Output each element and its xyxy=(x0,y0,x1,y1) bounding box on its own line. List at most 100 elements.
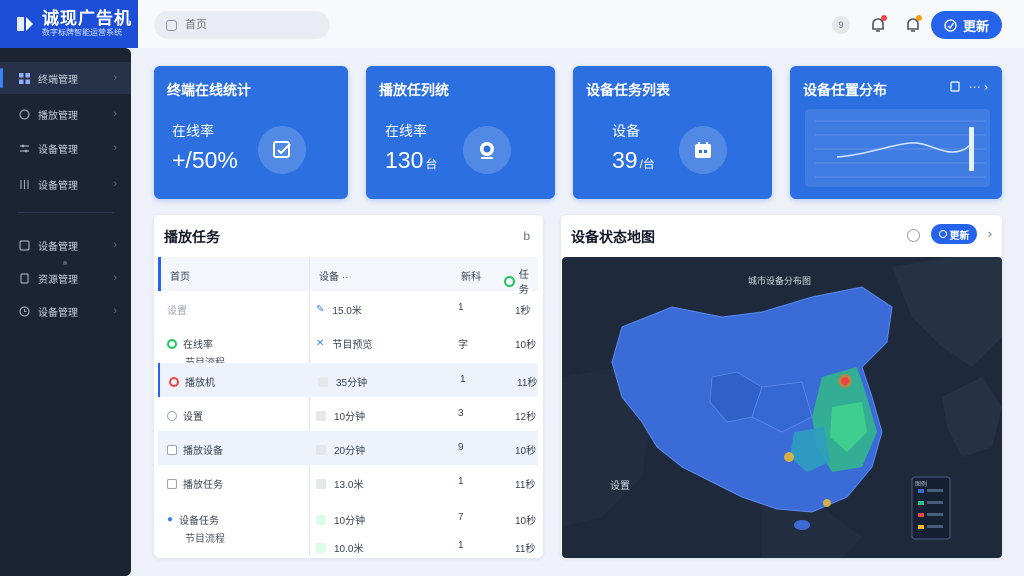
row-duration: 11秒 xyxy=(515,480,536,491)
grid-icon xyxy=(19,72,30,84)
row-select-checkbox[interactable] xyxy=(167,478,177,489)
row-value: 15.0米 xyxy=(332,306,362,317)
camera-icon-wrap xyxy=(463,126,511,174)
chevron-right-icon[interactable]: › xyxy=(988,226,992,241)
column-header[interactable]: 首页 xyxy=(170,268,190,283)
table-row[interactable]: 设置 ✎ 15.0米 1 1秒 xyxy=(158,291,538,325)
sidebar-item-resource[interactable]: 资源管理 › xyxy=(0,262,131,294)
row-count: 7 xyxy=(458,512,464,523)
calendar-icon-wrap xyxy=(679,126,727,174)
refresh-icon[interactable] xyxy=(907,229,920,242)
row-count: 1 xyxy=(458,302,464,313)
chevron-right-icon: › xyxy=(113,178,117,190)
help-badge[interactable]: 9 xyxy=(832,16,850,34)
sliders-icon xyxy=(20,179,29,189)
device-status-map[interactable]: 城市设备分布图 设置 图例 xyxy=(562,257,1002,558)
check-mark-icon: ✕ xyxy=(316,338,325,349)
check-circle-icon xyxy=(504,275,515,287)
table-row[interactable]: 在线率节目流程 ✕节目预览 字 10秒 xyxy=(158,325,538,369)
card-value-number: 39 xyxy=(612,147,638,173)
map-update-button[interactable]: 更新 xyxy=(931,224,977,244)
table-row[interactable]: 10.0米 1 11秒 xyxy=(158,531,538,557)
sidebar-item-terminal[interactable]: 终端管理 › xyxy=(0,62,131,94)
table-row[interactable]: 播放设备 20分钟 9 10秒 xyxy=(158,431,538,465)
row-value: 节目预览 xyxy=(332,340,373,351)
row-count: 3 xyxy=(458,408,464,419)
map-legend-title: 图例 xyxy=(915,482,928,488)
sidebar: 终端管理 › 播放管理 › 设备管理 › 设备管理 › 设备管理 › 资源管理 … xyxy=(0,48,131,576)
sidebar-item-label: 终端管理 xyxy=(38,74,78,86)
sidebar-item-device[interactable]: 设备管理 › xyxy=(0,132,131,164)
row-duration: 1秒 xyxy=(515,306,531,317)
app-subtitle: 数字标牌智能运营系统 xyxy=(42,28,122,37)
card-title: 设备任置分布 xyxy=(803,82,887,98)
table-row[interactable]: 设置 10分钟 3 12秒 xyxy=(158,397,538,431)
card-online-stats[interactable]: 终端在线统计 在线率 +/50% xyxy=(154,66,348,199)
row-checkbox[interactable] xyxy=(316,514,326,525)
row-count: 1 xyxy=(458,540,464,551)
sidebar-item-label: 设备管理 xyxy=(38,241,78,253)
notification-bell[interactable] xyxy=(868,15,888,35)
sidebar-item-label: 播放管理 xyxy=(38,110,78,122)
table-row[interactable]: 播放机 35分钟 1 11秒 xyxy=(158,363,538,397)
card-title: 播放任列统 xyxy=(379,82,449,98)
card-tools[interactable]: ⋯ › xyxy=(949,80,988,94)
card-task-list[interactable]: 设备任务列表 设备 39/台 xyxy=(573,66,772,199)
row-checkbox[interactable] xyxy=(316,478,326,489)
users-icon: ● xyxy=(167,514,174,525)
card-value: 39/台 xyxy=(612,147,655,174)
row-name: 播放设备 xyxy=(183,446,223,457)
alert-bell[interactable] xyxy=(903,15,923,35)
card-title: 设备任务列表 xyxy=(586,82,670,98)
chevron-right-icon: › xyxy=(113,142,117,154)
check-circle-icon xyxy=(938,230,947,238)
row-name: 设备任务 xyxy=(179,516,220,527)
search-input[interactable] xyxy=(185,19,315,31)
chevron-right-icon: › xyxy=(113,305,117,317)
alert-dot xyxy=(916,15,922,21)
card-play-stats[interactable]: 播放任列统 在线率 130 台 xyxy=(366,66,555,199)
row-value: 10.0米 xyxy=(334,544,364,555)
more-menu[interactable]: ⋯ › xyxy=(969,80,988,94)
row-name: 播放任务 xyxy=(183,480,223,491)
china-map xyxy=(562,257,1002,558)
card-value: 130 台 xyxy=(385,147,437,174)
sidebar-item-playback[interactable]: 播放管理 › xyxy=(0,98,131,130)
map-caption: 城市设备分布图 xyxy=(748,276,812,286)
update-button-label: 更新 xyxy=(962,18,989,34)
row-checkbox[interactable] xyxy=(316,410,326,421)
chevron-right-icon: › xyxy=(113,239,117,251)
update-button[interactable]: 更新 xyxy=(931,11,1002,39)
row-checkbox[interactable] xyxy=(316,542,326,553)
pin-icon: ✎ xyxy=(316,304,325,315)
table-row[interactable]: 播放任务 13.0米 1 11秒 xyxy=(158,465,538,499)
calendar-icon xyxy=(695,142,711,158)
sidebar-item-device-3[interactable]: 设备管理 › xyxy=(0,229,131,261)
row-name: 设置 xyxy=(183,412,203,423)
column-header[interactable]: 新科 xyxy=(461,268,481,283)
row-checkbox[interactable] xyxy=(318,376,328,387)
row-select-checkbox[interactable] xyxy=(167,444,177,455)
sidebar-item-label: 设备管理 xyxy=(38,180,78,192)
row-duration: 12秒 xyxy=(515,412,537,423)
app-logo[interactable]: 诚现广告机 数字标牌智能运营系统 xyxy=(0,0,138,48)
row-name: 播放机 xyxy=(185,378,215,389)
checkbox-icon-wrap xyxy=(258,126,306,174)
panel-menu[interactable]: b xyxy=(523,229,530,243)
row-checkbox[interactable] xyxy=(316,444,326,455)
sidebar-item-device-2[interactable]: 设备管理 › xyxy=(0,168,131,200)
clock-icon xyxy=(19,305,30,317)
card-device-distribution[interactable]: 设备任置分布 ⋯ › xyxy=(790,66,1002,199)
camera-icon xyxy=(480,142,494,159)
column-header[interactable]: 设备 ·· xyxy=(319,268,348,283)
sidebar-item-device-4[interactable]: 设备管理 › xyxy=(0,295,131,327)
sidebar-item-label: 设备管理 xyxy=(38,307,78,319)
row-value: 10分钟 xyxy=(334,412,366,423)
settings-icon xyxy=(20,144,29,152)
search-box[interactable] xyxy=(154,11,330,39)
row-count: 字 xyxy=(458,340,468,351)
task-panel: 播放任务 b 首页 设备 ·· 新科 任务 设置 ✎ 15.0米 1 1秒 在线率… xyxy=(154,215,543,558)
row-duration: 11秒 xyxy=(515,544,536,555)
chevron-right-icon: › xyxy=(113,272,117,284)
status-offline-icon xyxy=(169,376,179,387)
